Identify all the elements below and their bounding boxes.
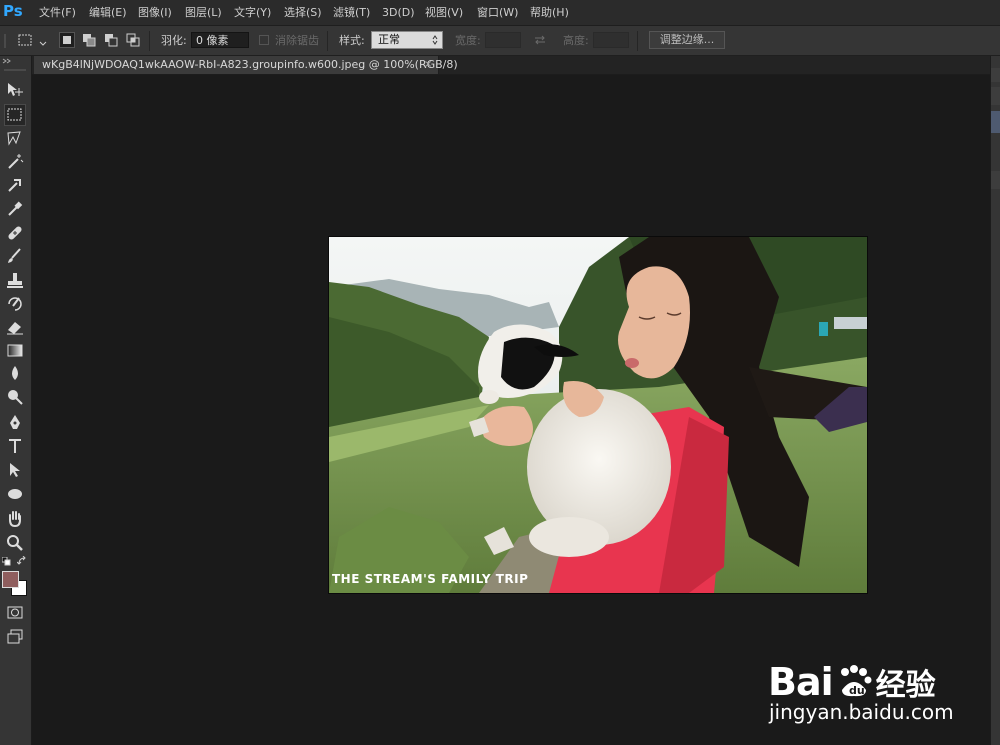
close-icon[interactable]: × xyxy=(424,56,432,74)
path-selection-tool-icon[interactable] xyxy=(4,459,26,481)
eyedropper-tool-icon[interactable] xyxy=(4,198,26,220)
rect-marquee-preset-icon[interactable] xyxy=(17,32,33,48)
new-selection-icon[interactable] xyxy=(59,32,75,48)
menu-window[interactable]: 窗口(W) xyxy=(477,0,518,25)
menu-filter[interactable]: 滤镜(T) xyxy=(333,0,370,25)
add-to-selection-icon[interactable] xyxy=(81,32,97,48)
collapsed-panels-strip xyxy=(990,56,1000,745)
baidu-watermark: Bai du 经验 xyxy=(768,660,936,704)
panel-icon[interactable] xyxy=(991,87,1000,105)
select-arrows-icon xyxy=(432,35,438,45)
divider xyxy=(637,31,638,51)
menu-bar: Ps 文件(F) 编辑(E) 图像(I) 图层(L) 文字(Y) 选择(S) 滤… xyxy=(0,0,1000,26)
options-grip-icon xyxy=(4,34,6,48)
document-image[interactable]: THE STREAM'S FAMILY TRIP xyxy=(329,237,867,593)
screen-mode-icon[interactable] xyxy=(4,626,26,648)
antialias-checkbox[interactable] xyxy=(259,35,269,45)
document-tab-title: wKgB4lNjWDOAQ1wkAAOW-RbI-A823.groupinfo.… xyxy=(42,58,458,71)
menu-select[interactable]: 选择(S) xyxy=(284,0,322,25)
svg-text:du: du xyxy=(849,684,865,697)
type-tool-icon[interactable] xyxy=(4,435,26,457)
menu-3d[interactable]: 3D(D) xyxy=(382,0,415,25)
lasso-tool-icon[interactable] xyxy=(4,128,26,150)
width-input[interactable] xyxy=(485,32,521,48)
menu-help[interactable]: 帮助(H) xyxy=(530,0,569,25)
expand-panel-icon[interactable] xyxy=(2,58,12,64)
menu-view[interactable]: 视图(V) xyxy=(425,0,463,25)
panel-icon[interactable] xyxy=(991,171,1000,189)
pen-tool-icon[interactable] xyxy=(4,412,26,434)
swap-colors-icon[interactable] xyxy=(17,556,27,566)
zoom-tool-icon[interactable] xyxy=(4,532,26,554)
default-colors-icon[interactable] xyxy=(2,557,11,566)
tools-panel xyxy=(0,56,32,745)
width-label: 宽度: xyxy=(455,34,481,47)
gradient-tool-icon[interactable] xyxy=(4,340,26,362)
preset-dropdown-icon[interactable] xyxy=(39,37,47,46)
blur-tool-icon[interactable] xyxy=(4,363,26,385)
toolbar-grip xyxy=(4,69,26,71)
refine-edge-button[interactable]: 调整边缘... xyxy=(649,31,725,49)
menu-edit[interactable]: 编辑(E) xyxy=(89,0,127,25)
menu-type[interactable]: 文字(Y) xyxy=(234,0,271,25)
watermark-brand: Bai xyxy=(768,660,834,704)
height-input[interactable] xyxy=(593,32,629,48)
antialias-label: 消除锯齿 xyxy=(275,34,319,47)
history-brush-tool-icon[interactable] xyxy=(4,293,26,315)
style-select[interactable]: 正常 xyxy=(371,31,443,49)
brush-tool-icon[interactable] xyxy=(4,246,26,268)
divider xyxy=(327,31,328,51)
menu-layer[interactable]: 图层(L) xyxy=(185,0,222,25)
clone-stamp-tool-icon[interactable] xyxy=(4,270,26,292)
divider xyxy=(149,31,150,51)
ellipse-tool-icon[interactable] xyxy=(4,483,26,505)
menu-image[interactable]: 图像(I) xyxy=(138,0,172,25)
quick-mask-icon[interactable] xyxy=(4,602,26,624)
eraser-tool-icon[interactable] xyxy=(4,316,26,338)
swap-dimensions-icon[interactable] xyxy=(533,33,547,47)
healing-brush-tool-icon[interactable] xyxy=(4,222,26,244)
feather-input[interactable]: 0 像素 xyxy=(191,32,249,48)
move-tool-icon[interactable] xyxy=(4,79,26,101)
menu-file[interactable]: 文件(F) xyxy=(39,0,76,25)
height-label: 高度: xyxy=(563,34,589,47)
style-label: 样式: xyxy=(339,34,365,47)
photo-caption: THE STREAM'S FAMILY TRIP xyxy=(332,572,529,586)
options-bar: 羽化: 0 像素 消除锯齿 样式: 正常 宽度: 高度: 调整边缘... xyxy=(0,26,1000,56)
document-tab[interactable]: wKgB4lNjWDOAQ1wkAAOW-RbI-A823.groupinfo.… xyxy=(34,56,458,74)
magic-wand-tool-icon[interactable] xyxy=(4,151,26,173)
watermark-url: jingyan.baidu.com xyxy=(769,700,954,724)
rect-marquee-tool-icon[interactable] xyxy=(4,104,26,126)
hand-tool-icon[interactable] xyxy=(4,508,26,530)
document-tab-bar: wKgB4lNjWDOAQ1wkAAOW-RbI-A823.groupinfo.… xyxy=(32,56,990,75)
dodge-tool-icon[interactable] xyxy=(4,386,26,408)
watermark-cn-text: 经验 xyxy=(875,668,936,703)
baidu-paw-icon: du xyxy=(836,664,872,698)
crop-tool-icon[interactable] xyxy=(4,174,26,196)
photoshop-logo: Ps xyxy=(3,2,23,20)
intersect-selection-icon[interactable] xyxy=(125,32,141,48)
subtract-from-selection-icon[interactable] xyxy=(103,32,119,48)
foreground-color-swatch[interactable] xyxy=(2,571,19,588)
style-select-value: 正常 xyxy=(378,33,400,46)
panel-icon[interactable] xyxy=(991,111,1000,133)
panel-icon[interactable] xyxy=(991,68,1000,82)
feather-label: 羽化: xyxy=(161,34,187,47)
